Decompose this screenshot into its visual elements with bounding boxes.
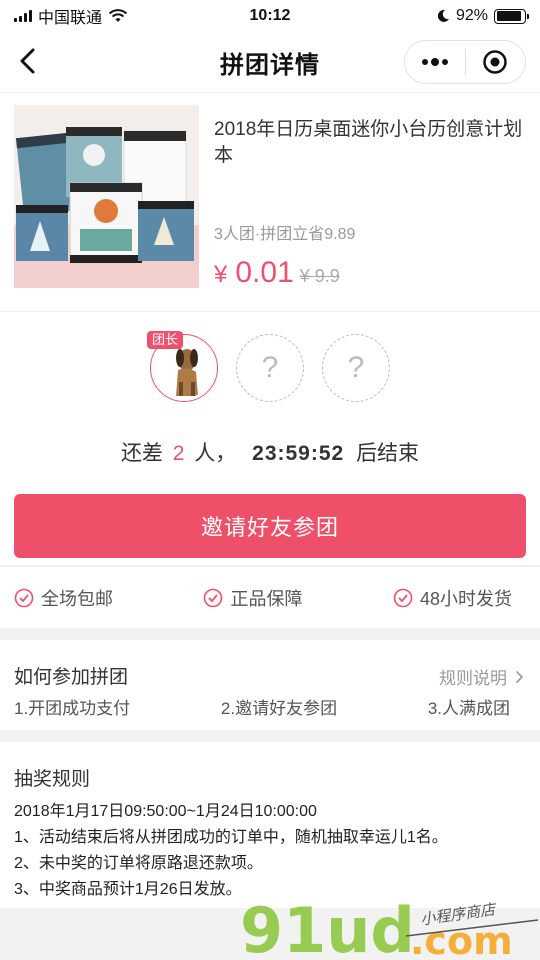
member-avatars: 团长 ? ? [147,331,390,402]
join-steps: 1.开团成功支付 2.邀请好友参团 3.人满成团 [14,694,510,719]
empty-member-slot[interactable]: ? [236,334,304,402]
status-bar: 中国联通 10:12 92% [0,0,540,32]
chevron-right-icon [515,670,524,683]
invite-friends-button[interactable]: 邀请好友参团 [14,494,526,558]
guarantee-bar: 全场包邮 正品保障 48小时发货 [0,566,540,628]
product-info: 2018年日历桌面迷你小台历创意计划本 [214,117,524,169]
countdown-prefix: 还差 [120,442,163,465]
moon-icon [437,9,449,22]
group-price: 0.01 [235,256,294,289]
lottery-title: 抽奖规则 [14,769,91,790]
signal-icon [14,10,32,22]
countdown-suffix: 后结束 [356,442,420,465]
battery-icon [494,8,529,24]
guarantee-label: 全场包邮 [41,588,113,609]
product-name: 2018年日历桌面迷你小台历创意计划本 [214,119,523,166]
rules-link-label: 规则说明 [439,669,507,688]
guarantee-item: 48小时发货 [393,585,512,611]
check-circle-icon [204,588,223,607]
price-row: ¥ 0.01 ¥ 9.9 [214,256,340,290]
wifi-icon [108,9,128,22]
group-tag: 3人团·拼团立省9.89 [214,226,356,243]
svg-text:91ud: 91ud [240,894,415,960]
site-watermark-logo: 91ud .com 小程序商店 [240,894,539,960]
how-to-join-section: 如何参加拼团 规则说明 1.开团成功支付 2.邀请好友参团 3.人满成团 [0,640,540,730]
countdown-unit: 人， [194,442,237,465]
guarantee-item: 全场包邮 [14,585,113,611]
nav-bar: 拼团详情 [0,32,540,92]
product-image[interactable] [14,105,199,288]
leader-badge: 团长 [147,331,184,349]
guarantee-label: 48小时发货 [419,588,512,609]
members-needed: 2 [172,442,185,465]
join-step: 1.开团成功支付 [14,699,131,718]
countdown-line: 还差 2 人， 23:59:52 后结束 [0,437,540,467]
countdown-timer: 23:59:52 [252,442,345,465]
page-title: 拼团详情 [220,51,320,79]
join-step: 3.人满成团 [427,699,510,718]
more-dots-icon [421,58,448,66]
miniprogram-capsule [404,40,526,84]
lottery-rules-section: 抽奖规则 2018年1月17日09:50:00~1月24日10:00:00 1、… [0,742,540,908]
check-circle-icon [14,588,34,607]
carrier-label: 中国联通 [38,10,103,27]
target-circle-icon [483,50,507,74]
leader-avatar[interactable]: 团长 [147,331,218,402]
close-miniprogram-button[interactable] [466,41,526,83]
battery-percent: 92% [455,7,488,24]
more-button[interactable] [405,41,465,83]
lottery-rule: 1、活动结束后将从拼团成功的订单中，随机抽取幸运儿1名。 [14,829,448,846]
lottery-rule: 2、未中奖的订单将原路退还款项。 [14,855,263,872]
check-circle-icon [393,588,413,607]
guarantee-label: 正品保障 [230,588,303,609]
join-step: 2.邀请好友参团 [220,699,338,718]
how-to-join-title: 如何参加拼团 [14,667,129,688]
empty-member-slot[interactable]: ? [322,334,390,402]
product-card[interactable]: 2018年日历桌面迷你小台历创意计划本 3人团·拼团立省9.89 ¥ 0.01 … [0,92,540,312]
back-arrow-icon[interactable] [14,46,44,76]
original-price: ¥ 9.9 [299,266,340,286]
currency-symbol: ¥ [214,261,228,288]
guarantee-item: 正品保障 [203,585,302,611]
group-section: 团长 ? ? 还差 2 人， 23:59:52 后结束 邀请好友参团 [0,312,540,565]
calendar-photo [14,105,199,288]
lottery-period: 2018年1月17日09:50:00~1月24日10:00:00 [14,803,317,820]
rules-link[interactable]: 规则说明 [439,664,524,689]
